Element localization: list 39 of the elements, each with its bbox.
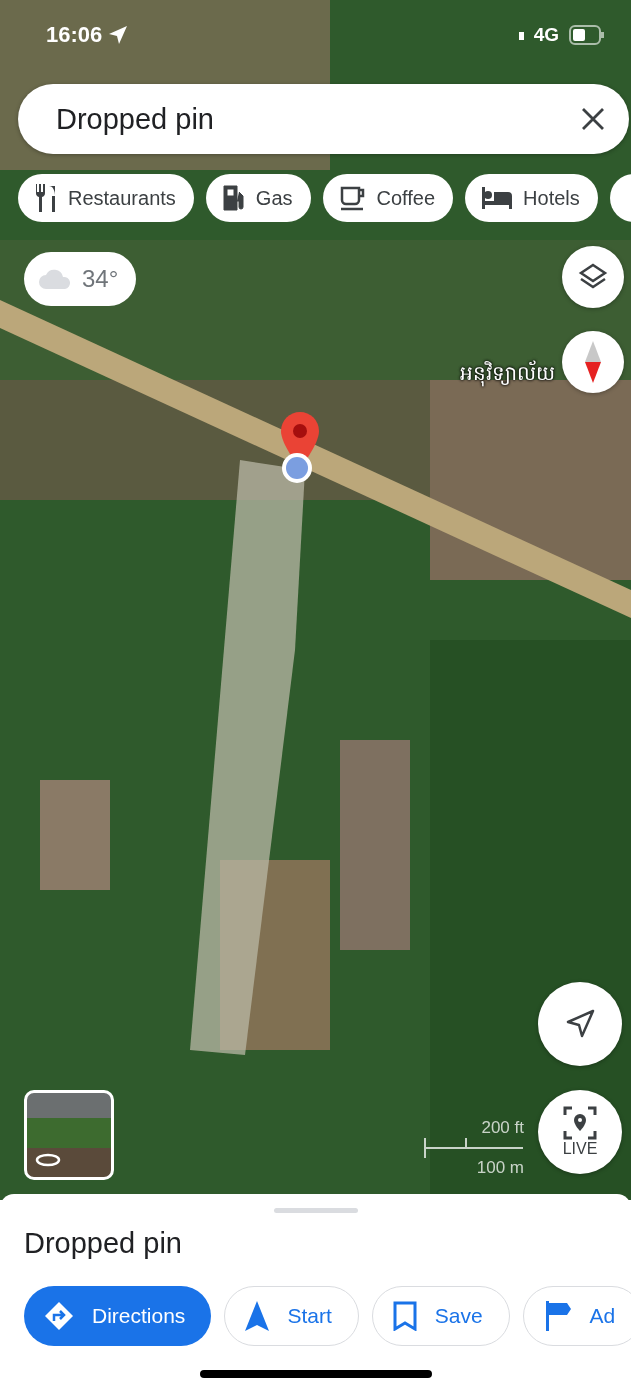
bed-icon bbox=[481, 187, 514, 209]
flag-icon bbox=[543, 1301, 572, 1331]
action-button[interactable]: Directions bbox=[24, 1286, 212, 1346]
bookmark-icon bbox=[392, 1301, 417, 1331]
fuel-pump-icon bbox=[221, 184, 246, 212]
action-button[interactable]: Ad bbox=[522, 1286, 631, 1346]
scale-label: 200 ft bbox=[481, 1118, 524, 1138]
navigation-arrow-icon bbox=[565, 1009, 595, 1039]
search-input[interactable]: Dropped pin bbox=[54, 101, 581, 137]
battery-icon bbox=[569, 25, 605, 45]
temperature-text: 34° bbox=[82, 265, 119, 293]
signal-icon bbox=[517, 30, 526, 40]
scale-label: 100 m bbox=[476, 1158, 524, 1178]
place-label: អនុវិទ្យាល័យ bbox=[460, 360, 555, 390]
fork-knife-icon bbox=[34, 184, 58, 212]
category-chip[interactable]: Restaurants bbox=[18, 174, 194, 222]
cloud-icon bbox=[38, 268, 72, 290]
drag-handle[interactable] bbox=[273, 1208, 358, 1213]
network-label: 4G bbox=[533, 24, 559, 46]
location-dot-icon bbox=[281, 452, 313, 484]
photo-placeholder[interactable] bbox=[24, 1090, 114, 1180]
action-button[interactable]: Save bbox=[371, 1286, 510, 1346]
coffee-cup-icon bbox=[338, 185, 367, 211]
directions-icon bbox=[44, 1301, 74, 1331]
location-arrow-icon bbox=[108, 25, 129, 45]
compass-icon bbox=[585, 341, 601, 383]
search-field[interactable]: Dropped pin bbox=[18, 84, 629, 154]
status-time: 16:06 bbox=[46, 22, 103, 48]
rotate-icon bbox=[35, 1153, 61, 1167]
navigation-arrow-icon bbox=[245, 1301, 270, 1331]
pin-scan-icon bbox=[563, 1106, 597, 1140]
category-chip[interactable]: Gas bbox=[205, 174, 311, 222]
place-title: Dropped pin bbox=[24, 1227, 183, 1260]
category-chip[interactable]: Hotels bbox=[465, 174, 598, 222]
action-button[interactable]: Start bbox=[224, 1286, 359, 1346]
category-chip[interactable]: Coffee bbox=[322, 174, 454, 222]
close-icon[interactable] bbox=[581, 107, 605, 131]
weather-chip[interactable]: 34° bbox=[24, 252, 137, 306]
scale-bar-icon bbox=[424, 1138, 524, 1158]
